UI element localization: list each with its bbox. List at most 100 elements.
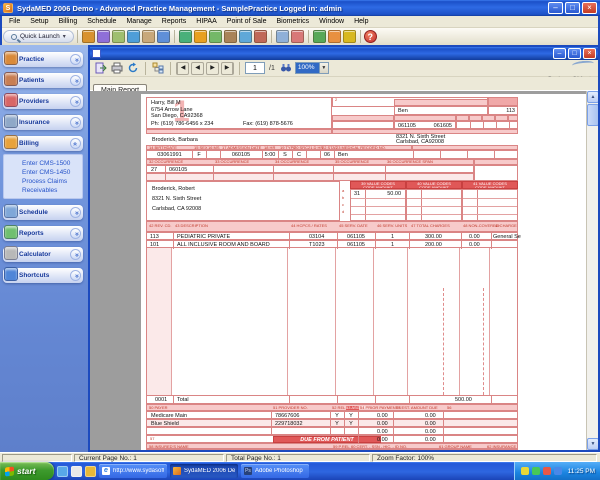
menu-hipaa[interactable]: HIPAA bbox=[191, 18, 222, 25]
menu-manage[interactable]: Manage bbox=[121, 18, 156, 25]
app-toolbar-icon-9[interactable] bbox=[209, 30, 222, 43]
quick-launch-button[interactable]: Quick Launch ▾ bbox=[3, 30, 74, 43]
chevron-double-up-icon[interactable]: » bbox=[70, 138, 81, 149]
chevron-double-down-icon[interactable]: » bbox=[70, 207, 81, 218]
report-close-button[interactable]: × bbox=[583, 48, 596, 59]
page-number-field[interactable]: 1 bbox=[245, 62, 265, 74]
zoom-select[interactable]: 100% ▼ bbox=[295, 62, 329, 74]
form-admission-hr: 5:00 bbox=[262, 152, 278, 158]
app-toolbar-icon-5[interactable] bbox=[142, 30, 155, 43]
chevron-double-down-icon[interactable]: » bbox=[70, 96, 81, 107]
app-toolbar-icon-12[interactable] bbox=[254, 30, 267, 43]
tray-icon[interactable] bbox=[543, 467, 551, 475]
tray-icon[interactable] bbox=[532, 467, 540, 475]
next-page-button[interactable]: ▶ bbox=[206, 62, 219, 75]
menu-schedule[interactable]: Schedule bbox=[82, 18, 121, 25]
vertical-scrollbar[interactable]: ▲ ▼ bbox=[586, 91, 598, 450]
chevron-double-down-icon[interactable]: » bbox=[70, 117, 81, 128]
menu-point-of-sale[interactable]: Point of Sale bbox=[222, 18, 272, 25]
menu-reports[interactable]: Reports bbox=[157, 18, 192, 25]
sidebar-item-billing[interactable]: Billing » bbox=[3, 136, 83, 151]
billing-icon bbox=[4, 135, 18, 149]
app-toolbar-icon-14[interactable] bbox=[291, 30, 304, 43]
search-binoculars-icon[interactable] bbox=[279, 61, 293, 75]
app-toolbar-icon-11[interactable] bbox=[239, 30, 252, 43]
quick-launch-icon[interactable] bbox=[71, 466, 82, 477]
form-service-row: 101 ALL INCLUSIVE ROOM AND BOARD T1023 0… bbox=[146, 240, 518, 248]
app-toolbar-icon-10[interactable] bbox=[224, 30, 237, 43]
form-stat: 06 bbox=[320, 152, 334, 158]
app-toolbar-icon-17[interactable] bbox=[343, 30, 356, 43]
close-button[interactable]: × bbox=[582, 2, 597, 14]
chevron-double-down-icon[interactable]: » bbox=[70, 270, 81, 281]
app-toolbar-icon-13[interactable] bbox=[276, 30, 289, 43]
quick-launch-icon[interactable] bbox=[57, 466, 68, 477]
maximize-button[interactable]: □ bbox=[565, 2, 580, 14]
form-vc41-header: 41 VALUE CODESCODE AMOUNT bbox=[462, 181, 518, 189]
app-toolbar-icon-6[interactable] bbox=[157, 30, 170, 43]
sidebar-link-enter-cms-1450[interactable]: Enter CMS-1450 bbox=[22, 168, 82, 177]
group-tree-icon[interactable] bbox=[151, 61, 165, 75]
chevron-double-down-icon[interactable]: » bbox=[70, 249, 81, 260]
sidebar-item-reports[interactable]: Reports » bbox=[3, 226, 83, 241]
sidebar-link-enter-cms-1500[interactable]: Enter CMS-1500 bbox=[22, 159, 82, 168]
task-button-sydamed[interactable]: SydaMED 2006 Demo... bbox=[170, 464, 238, 478]
sidebar-link-process-claims[interactable]: Process Claims bbox=[22, 177, 82, 186]
menu-setup[interactable]: Setup bbox=[25, 18, 53, 25]
app-toolbar-icon-16[interactable] bbox=[328, 30, 341, 43]
app-toolbar-icon-1[interactable] bbox=[82, 30, 95, 43]
menu-file[interactable]: File bbox=[4, 18, 25, 25]
last-page-button[interactable]: ▶ bbox=[221, 62, 234, 75]
sidebar-item-providers[interactable]: Providers » bbox=[3, 94, 83, 109]
scrollbar-thumb[interactable] bbox=[587, 104, 598, 126]
app-toolbar-icon-7[interactable] bbox=[179, 30, 192, 43]
task-button-browser[interactable]: e http://www.sydasoft... bbox=[99, 464, 167, 478]
first-page-button[interactable]: ◀ bbox=[176, 62, 189, 75]
photoshop-icon: Ps bbox=[244, 467, 252, 475]
quick-launch-icon[interactable] bbox=[85, 466, 96, 477]
app-toolbar-icon-15[interactable] bbox=[313, 30, 326, 43]
form-vc-amount: 50.00 bbox=[387, 191, 401, 197]
chevron-double-down-icon[interactable]: » bbox=[70, 228, 81, 239]
scrollbar-up-button[interactable]: ▲ bbox=[587, 91, 598, 103]
menu-window[interactable]: Window bbox=[314, 18, 349, 25]
report-minimize-button[interactable]: – bbox=[553, 48, 566, 59]
refresh-icon[interactable] bbox=[126, 61, 140, 75]
desktop: S SydaMED 2006 Demo - Advanced Practice … bbox=[0, 0, 600, 480]
scrollbar-down-button[interactable]: ▼ bbox=[587, 438, 598, 450]
help-icon[interactable]: ? bbox=[364, 30, 377, 43]
sidebar-item-insurance[interactable]: Insurance » bbox=[3, 115, 83, 130]
menu-help[interactable]: Help bbox=[349, 18, 373, 25]
form-tob-label: 4 TYPE OF BILL bbox=[488, 97, 518, 106]
sidebar-link-receivables[interactable]: Receivables bbox=[22, 186, 82, 195]
report-maximize-button[interactable]: □ bbox=[568, 48, 581, 59]
prev-page-button[interactable]: ◀ bbox=[191, 62, 204, 75]
chevron-double-down-icon[interactable]: » bbox=[70, 75, 81, 86]
app-toolbar-icon-2[interactable] bbox=[97, 30, 110, 43]
export-icon[interactable] bbox=[94, 61, 108, 75]
task-button-photoshop[interactable]: Ps Adobe Photoshop bbox=[241, 464, 309, 478]
sidebar-item-patients[interactable]: Patients » bbox=[3, 73, 83, 88]
form-provider-box: 1 Harry, Bill M 6754 Arrow Lane San Dieg… bbox=[146, 97, 332, 129]
app-toolbar-icon-3[interactable] bbox=[112, 30, 125, 43]
sidebar-item-practice[interactable]: Practice » bbox=[3, 52, 83, 67]
chevron-double-down-icon[interactable]: » bbox=[70, 54, 81, 65]
report-preview-area: 1 Harry, Bill M 6754 Arrow Lane San Dieg… bbox=[90, 91, 598, 450]
minimize-button[interactable]: – bbox=[548, 2, 563, 14]
form-provider-phone: Ph: (619) 786-6456 x 234 bbox=[151, 121, 213, 127]
print-icon[interactable] bbox=[110, 61, 124, 75]
chevron-down-icon[interactable]: ▼ bbox=[319, 63, 328, 73]
menu-biometrics[interactable]: Biometrics bbox=[271, 18, 314, 25]
sidebar-item-calculator[interactable]: Calculator » bbox=[3, 247, 83, 262]
sidebar-item-schedule[interactable]: Schedule » bbox=[3, 205, 83, 220]
app-toolbar-icon-4[interactable] bbox=[127, 30, 140, 43]
form-provider-city: San Diego, CA92368 bbox=[151, 113, 203, 119]
sidebar-item-shortcuts[interactable]: Shortcuts » bbox=[3, 268, 83, 283]
start-button[interactable]: start bbox=[0, 462, 54, 480]
app-titlebar: S SydaMED 2006 Demo - Advanced Practice … bbox=[0, 0, 600, 16]
app-toolbar-icon-8[interactable] bbox=[194, 30, 207, 43]
menu-billing[interactable]: Billing bbox=[54, 18, 83, 25]
sidebar-label-calculator: Calculator bbox=[19, 251, 51, 258]
tray-icon[interactable] bbox=[521, 467, 529, 475]
tray-icon[interactable] bbox=[554, 467, 562, 475]
